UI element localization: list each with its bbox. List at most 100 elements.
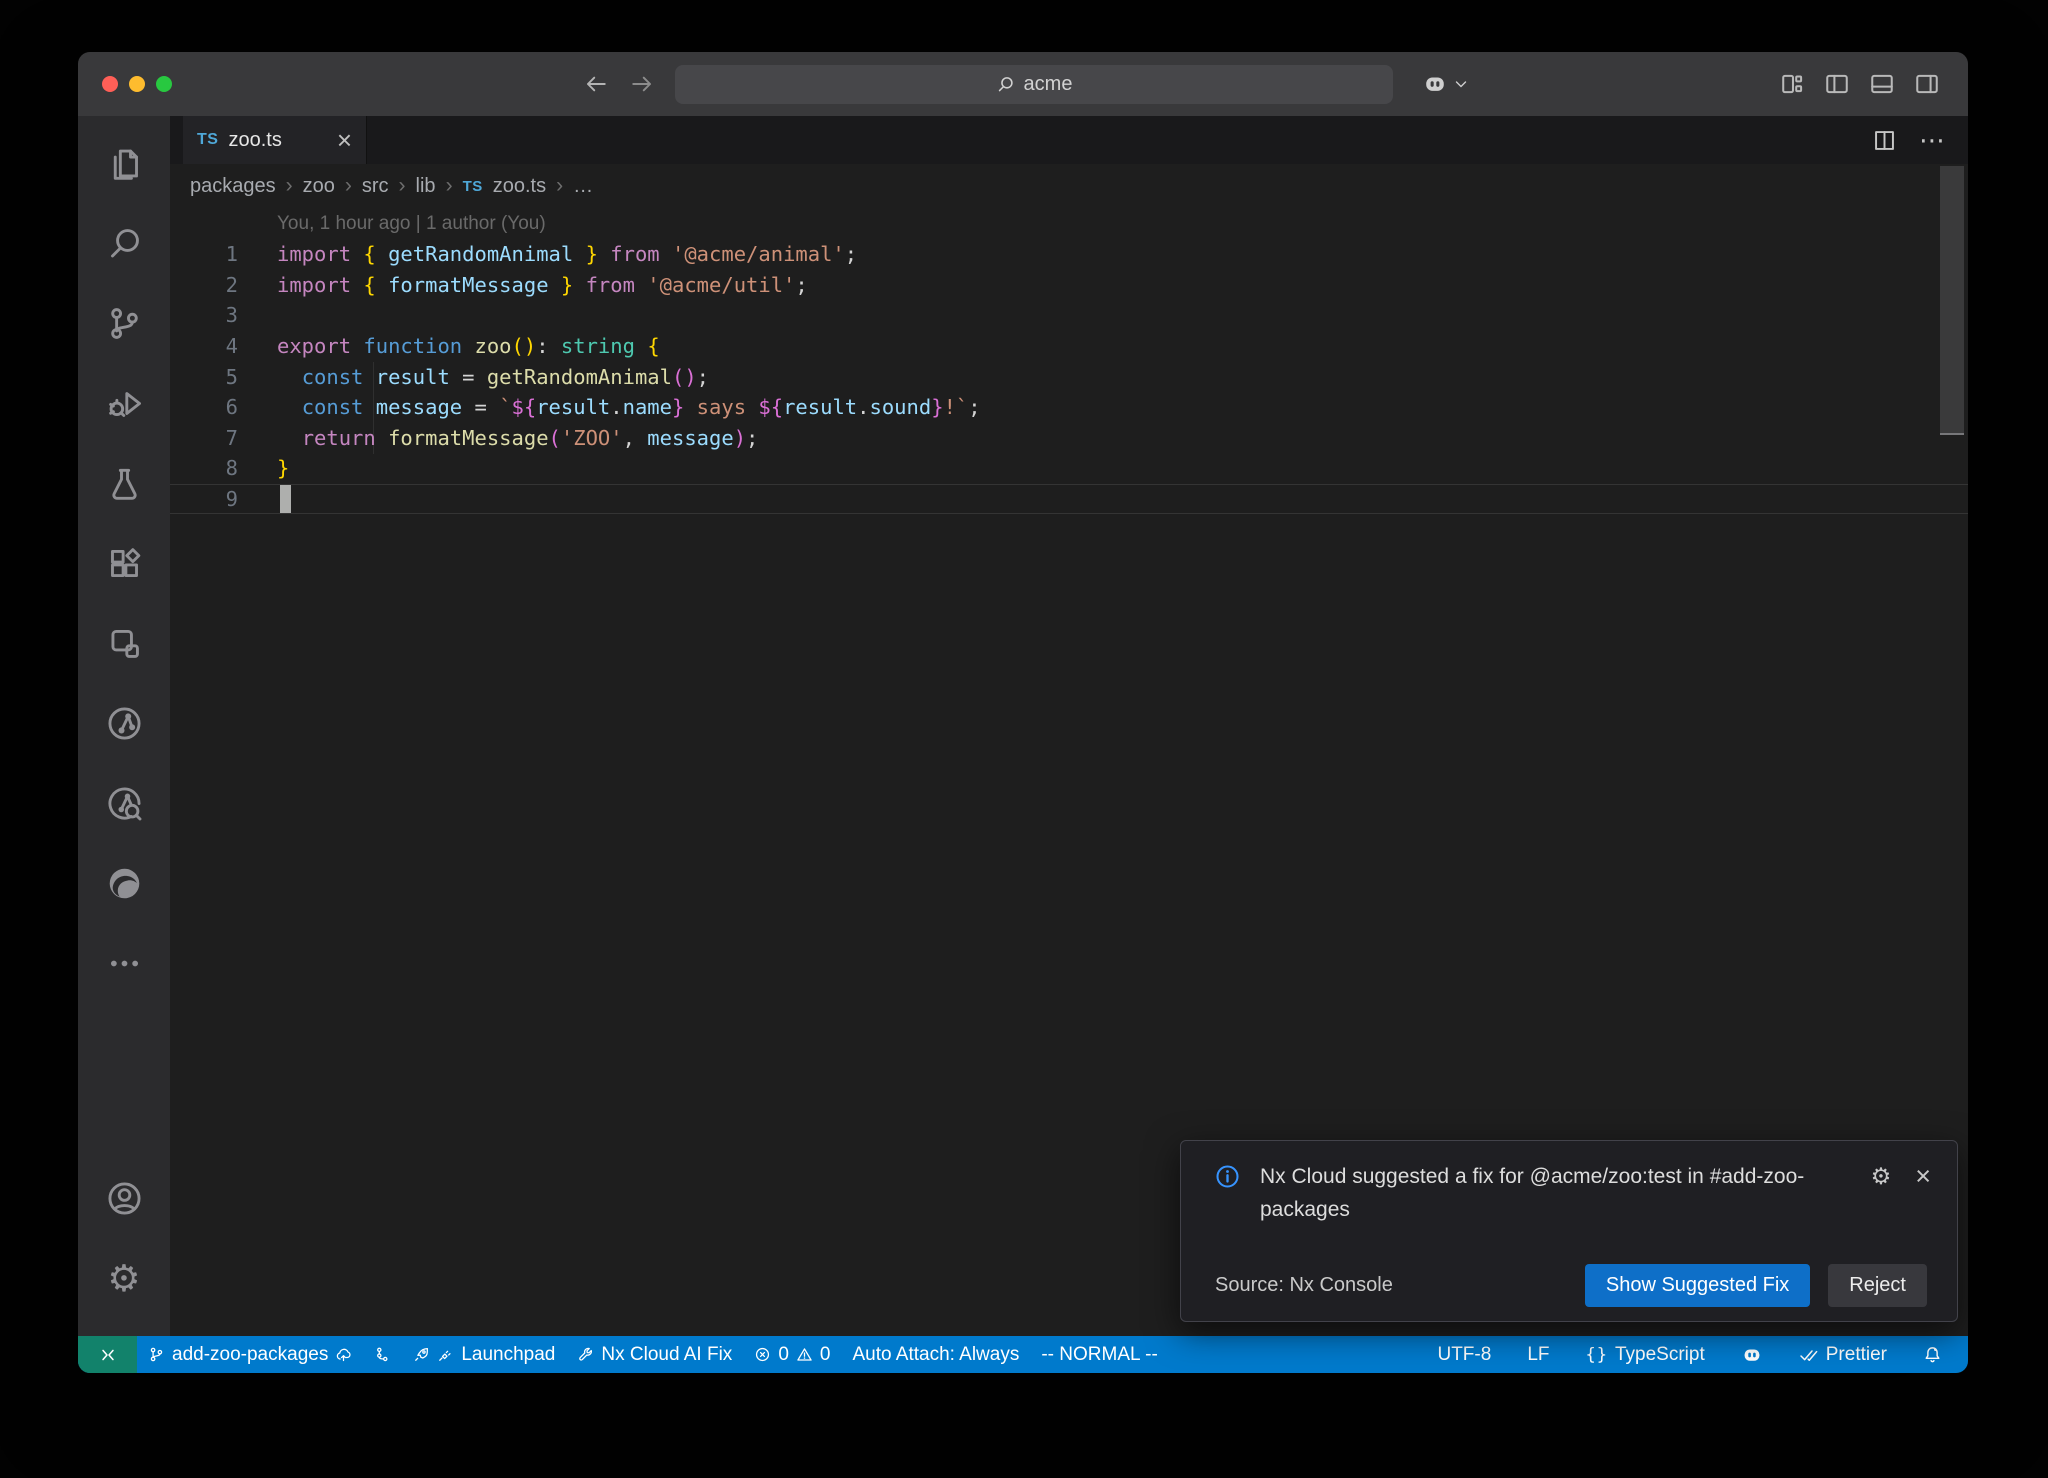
reject-button[interactable]: Reject [1828, 1264, 1927, 1307]
status-bar: add-zoo-packages [78, 1336, 1968, 1373]
notification-message: Nx Cloud suggested a fix for @acme/zoo:t… [1260, 1161, 1820, 1226]
git-branch-status[interactable]: add-zoo-packages [137, 1336, 363, 1373]
code-line-2[interactable]: 2import { formatMessage } from '@acme/ut… [170, 270, 1968, 301]
breadcrumb-segment[interactable]: zoo [303, 175, 335, 198]
sidebar-item-nx-cloud[interactable] [102, 781, 146, 825]
language-mode-status[interactable]: {} TypeScript [1568, 1336, 1723, 1373]
typescript-file-icon: TS [463, 178, 483, 195]
breadcrumb-segment[interactable]: src [362, 175, 389, 198]
breadcrumb-overflow[interactable]: … [573, 175, 593, 198]
code-line-3[interactable]: 3 [170, 300, 1968, 331]
sidebar-item-source-control[interactable] [102, 301, 146, 345]
line-number: 6 [170, 395, 238, 419]
plug-icon [437, 1346, 454, 1363]
warning-count: 0 [820, 1344, 831, 1366]
toggle-panel-button[interactable] [1869, 71, 1895, 97]
warning-icon [796, 1346, 813, 1363]
sidebar-item-run-debug[interactable] [102, 381, 146, 425]
notifications-bell-icon[interactable] [1905, 1336, 1960, 1373]
line-number: 4 [170, 334, 238, 358]
error-count: 0 [778, 1344, 789, 1366]
braces-icon: {} [1586, 1345, 1608, 1365]
accounts-icon[interactable] [102, 1176, 146, 1220]
more-views-icon[interactable] [102, 941, 146, 985]
back-button[interactable] [582, 70, 610, 98]
notification-settings-gear-icon[interactable]: ⚙ [1871, 1164, 1892, 1190]
git-blame-annotation: You, 1 hour ago | 1 author (You) [170, 208, 1968, 239]
sidebar-item-explorer[interactable] [102, 141, 146, 185]
tab-bar: TS zoo.ts × [170, 116, 1968, 164]
tab-label: zoo.ts [228, 129, 281, 152]
code-lines: 1import { getRandomAnimal } from '@acme/… [170, 239, 1968, 514]
search-value: acme [1024, 73, 1073, 96]
code-line-7[interactable]: 7 return formatMessage('ZOO', message); [170, 423, 1968, 454]
sidebar-item-search[interactable] [102, 221, 146, 265]
sidebar-item-nx-console[interactable] [102, 701, 146, 745]
branch-icon [148, 1346, 165, 1363]
code-line-1[interactable]: 1import { getRandomAnimal } from '@acme/… [170, 239, 1968, 270]
chevron-down-icon [1452, 75, 1470, 93]
cursor [280, 485, 291, 513]
sidebar-item-edge-tools[interactable] [102, 861, 146, 905]
code-line-6[interactable]: 6 const message = `${result.name} says $… [170, 392, 1968, 423]
editor-scrollbar[interactable] [1940, 166, 1964, 435]
sidebar-item-remote-explorer[interactable] [102, 621, 146, 665]
vim-mode-status[interactable]: -- NORMAL -- [1030, 1336, 1168, 1373]
minimize-window-button[interactable] [129, 76, 145, 92]
close-window-button[interactable] [102, 76, 118, 92]
tab-zoo-ts[interactable]: TS zoo.ts × [183, 116, 367, 164]
breadcrumb-segment[interactable]: packages [190, 175, 276, 198]
line-number: 8 [170, 456, 238, 480]
editor-more-actions-button[interactable]: ⋯ [1919, 125, 1946, 156]
copilot-status[interactable] [1723, 1336, 1781, 1373]
launchpad-status[interactable]: Launchpad [402, 1336, 566, 1373]
breadcrumb-segment[interactable]: lib [416, 175, 436, 198]
customize-layout-button[interactable] [1779, 71, 1805, 97]
copilot-menu[interactable] [1422, 71, 1470, 97]
nx-graph-status[interactable] [363, 1336, 402, 1373]
line-number: 5 [170, 365, 238, 389]
toggle-primary-sidebar-button[interactable] [1824, 71, 1850, 97]
tab-close-icon[interactable]: × [337, 127, 352, 153]
title-bar: acme [78, 52, 1968, 116]
line-number: 1 [170, 242, 238, 266]
sidebar-item-testing[interactable] [102, 461, 146, 505]
problems-status[interactable]: 0 0 [743, 1336, 841, 1373]
breadcrumb-file[interactable]: zoo.ts [493, 175, 546, 198]
eol-status[interactable]: LF [1509, 1336, 1567, 1373]
toggle-secondary-sidebar-button[interactable] [1914, 71, 1940, 97]
command-center-search[interactable]: acme [675, 65, 1393, 104]
screen: acme [0, 0, 2048, 1478]
split-editor-button[interactable] [1872, 128, 1897, 153]
code-line-8[interactable]: 8} [170, 453, 1968, 484]
encoding-status[interactable]: UTF-8 [1419, 1336, 1509, 1373]
settings-gear-icon[interactable]: ⚙ [102, 1256, 146, 1300]
search-icon [996, 75, 1015, 94]
line-number: 7 [170, 426, 238, 450]
nx-cloud-ai-fix-label: Nx Cloud AI Fix [601, 1344, 732, 1366]
info-icon [1215, 1164, 1240, 1189]
nx-cloud-ai-fix-status[interactable]: Nx Cloud AI Fix [566, 1336, 743, 1373]
code-line-4[interactable]: 4export function zoo(): string { [170, 331, 1968, 362]
zoom-window-button[interactable] [156, 76, 172, 92]
typescript-file-icon: TS [197, 131, 218, 149]
rocket-icon [413, 1346, 430, 1363]
forward-button[interactable] [628, 70, 656, 98]
remote-indicator[interactable] [78, 1336, 137, 1373]
notification-close-icon[interactable]: × [1915, 1163, 1931, 1190]
code-line-5[interactable]: 5 const result = getRandomAnimal(); [170, 361, 1968, 392]
code-line-9[interactable]: 9 [170, 484, 1968, 515]
line-number: 3 [170, 303, 238, 327]
notification-source: Source: Nx Console [1215, 1274, 1393, 1297]
launchpad-label: Launchpad [461, 1344, 555, 1366]
notification-toast: Nx Cloud suggested a fix for @acme/zoo:t… [1180, 1140, 1958, 1322]
error-icon [754, 1346, 771, 1363]
copilot-icon [1741, 1344, 1763, 1366]
formatter-status[interactable]: Prettier [1781, 1336, 1905, 1373]
show-suggested-fix-button[interactable]: Show Suggested Fix [1585, 1264, 1810, 1307]
double-check-icon [1799, 1345, 1819, 1365]
branch-name: add-zoo-packages [172, 1344, 328, 1366]
activity-bar: ⚙ [78, 116, 170, 1336]
auto-attach-status[interactable]: Auto Attach: Always [841, 1336, 1030, 1373]
sidebar-item-extensions[interactable] [102, 541, 146, 585]
